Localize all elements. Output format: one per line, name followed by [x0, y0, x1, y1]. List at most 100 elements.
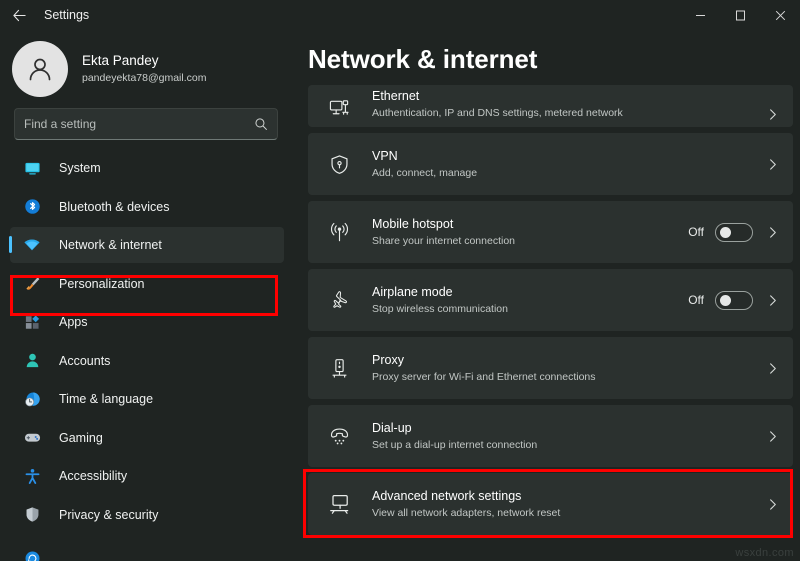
card-text: Mobile hotspot Share your internet conne…	[372, 216, 688, 249]
search-input[interactable]	[24, 117, 254, 131]
bluetooth-icon	[22, 197, 42, 217]
chevron-right-icon[interactable]	[766, 226, 779, 239]
close-icon	[775, 10, 785, 20]
maximize-button[interactable]	[720, 0, 760, 30]
paintbrush-icon	[22, 274, 42, 294]
sidebar-item-label: System	[59, 161, 101, 175]
account-block[interactable]: Ekta Pandey pandeyekta78@gmail.com	[0, 30, 298, 100]
account-text: Ekta Pandey pandeyekta78@gmail.com	[82, 52, 206, 86]
account-email: pandeyekta78@gmail.com	[82, 72, 207, 85]
card-text: Proxy Proxy server for Wi-Fi and Etherne…	[372, 352, 764, 385]
card-title: Dial-up	[372, 420, 412, 435]
search-box[interactable]	[14, 108, 278, 140]
sidebar-item-label: Apps	[59, 315, 88, 329]
app-title: Settings	[44, 8, 90, 22]
page-title: Network & internet	[308, 44, 538, 74]
card-subtitle: Share your internet connection	[372, 234, 516, 247]
minimize-icon	[695, 14, 705, 16]
sidebar-item-label: Personalization	[59, 276, 145, 291]
title-bar: Settings	[0, 0, 800, 30]
sidebar-item-label: Accounts	[59, 353, 111, 368]
settings-card-list: Ethernet Authentication, IP and DNS sett…	[308, 85, 800, 535]
card-proxy[interactable]: Proxy Proxy server for Wi-Fi and Etherne…	[308, 337, 793, 399]
proxy-server-icon	[326, 355, 352, 381]
sidebar-nav: System Bluetooth & devices Network & int…	[0, 150, 298, 561]
card-dial-up[interactable]: Dial-up Set up a dial-up internet connec…	[308, 405, 793, 467]
toggle-knob	[719, 294, 731, 306]
card-ethernet[interactable]: Ethernet Authentication, IP and DNS sett…	[308, 85, 793, 127]
windows-update-icon	[22, 549, 42, 561]
sidebar-item-apps[interactable]: Apps	[10, 304, 284, 340]
card-text: Ethernet Authentication, IP and DNS sett…	[372, 88, 764, 121]
search-icon[interactable]	[254, 117, 268, 131]
card-subtitle: View all network adapters, network reset	[372, 506, 561, 519]
chevron-right-icon[interactable]	[766, 158, 779, 171]
card-right	[764, 362, 779, 375]
main-content: Network & internet Ethernet Authenticati…	[298, 30, 800, 561]
window-controls	[680, 0, 800, 30]
chevron-right-icon[interactable]	[766, 108, 779, 121]
sidebar-item-accessibility[interactable]: Accessibility	[10, 458, 284, 494]
card-text: VPN Add, connect, manage	[372, 148, 764, 181]
airplane-mode-toggle[interactable]	[715, 290, 753, 310]
sidebar-item-privacy-security[interactable]: Privacy & security	[10, 497, 284, 533]
card-title: Ethernet	[372, 89, 420, 104]
card-subtitle: Add, connect, manage	[372, 166, 478, 179]
card-title: Airplane mode	[372, 284, 453, 299]
mobile-hotspot-toggle[interactable]	[715, 222, 753, 242]
card-title: Advanced network settings	[372, 488, 522, 503]
wifi-icon	[22, 235, 42, 255]
toggle-state-label: Off	[688, 293, 704, 307]
chevron-right-icon[interactable]	[766, 498, 779, 511]
card-right	[764, 108, 779, 121]
shield-icon	[22, 505, 42, 525]
sidebar-item-time-language[interactable]: Time & language	[10, 381, 284, 417]
sidebar-item-network-internet[interactable]: Network & internet	[9, 227, 284, 263]
advanced-network-icon	[326, 491, 352, 517]
card-text: Advanced network settings View all netwo…	[372, 488, 764, 521]
card-subtitle: Authentication, IP and DNS settings, met…	[372, 107, 623, 120]
sidebar-item-bluetooth-devices[interactable]: Bluetooth & devices	[10, 189, 284, 225]
person-avatar-icon	[29, 58, 51, 81]
back-arrow-icon	[12, 9, 26, 21]
sidebar-item-gaming[interactable]: Gaming	[10, 420, 284, 456]
sidebar: Ekta Pandey pandeyekta78@gmail.com Find …	[0, 30, 298, 561]
clock-globe-icon	[22, 389, 42, 409]
chevron-right-icon[interactable]	[766, 430, 779, 443]
minimize-button[interactable]	[680, 0, 720, 30]
card-airplane-mode[interactable]: Airplane mode Stop wireless communicatio…	[308, 269, 793, 331]
card-text: Dial-up Set up a dial-up internet connec…	[372, 420, 764, 453]
close-button[interactable]	[760, 0, 800, 30]
sidebar-item-label: Network & internet	[59, 238, 162, 252]
sidebar-item-personalization[interactable]: Personalization	[10, 266, 284, 302]
sidebar-item-system[interactable]: System	[10, 150, 284, 186]
sidebar-item-label: Accessibility	[59, 469, 128, 483]
card-subtitle: Proxy server for Wi-Fi and Ethernet conn…	[372, 370, 596, 383]
vpn-shield-icon	[326, 151, 352, 177]
card-advanced-network-settings[interactable]: Advanced network settings View all netwo…	[308, 473, 793, 535]
card-mobile-hotspot[interactable]: Mobile hotspot Share your internet conne…	[308, 201, 793, 263]
sidebar-item-windows-update[interactable]	[10, 541, 284, 561]
card-text: Airplane mode Stop wireless communicatio…	[372, 284, 688, 317]
avatar[interactable]	[12, 41, 68, 97]
monitor-icon	[22, 158, 42, 178]
card-right: Off	[688, 222, 779, 242]
sidebar-item-accounts[interactable]: Accounts	[10, 343, 284, 379]
card-vpn[interactable]: VPN Add, connect, manage	[308, 133, 793, 195]
toggle-knob	[719, 226, 731, 238]
gamepad-icon	[22, 428, 42, 448]
card-title: Proxy	[372, 352, 404, 367]
accessibility-icon	[22, 466, 42, 486]
sidebar-item-label: Privacy & security	[59, 507, 159, 522]
card-title: VPN	[372, 148, 398, 163]
chevron-right-icon[interactable]	[766, 294, 779, 307]
card-right	[764, 430, 779, 443]
chevron-right-icon[interactable]	[766, 362, 779, 375]
card-subtitle: Set up a dial-up internet connection	[372, 438, 538, 451]
airplane-icon	[326, 287, 352, 313]
back-button[interactable]	[0, 0, 38, 30]
sidebar-item-label: Bluetooth & devices	[59, 199, 170, 214]
toggle-state-label: Off	[688, 225, 704, 239]
person-icon	[22, 351, 42, 371]
maximize-icon	[735, 10, 745, 20]
